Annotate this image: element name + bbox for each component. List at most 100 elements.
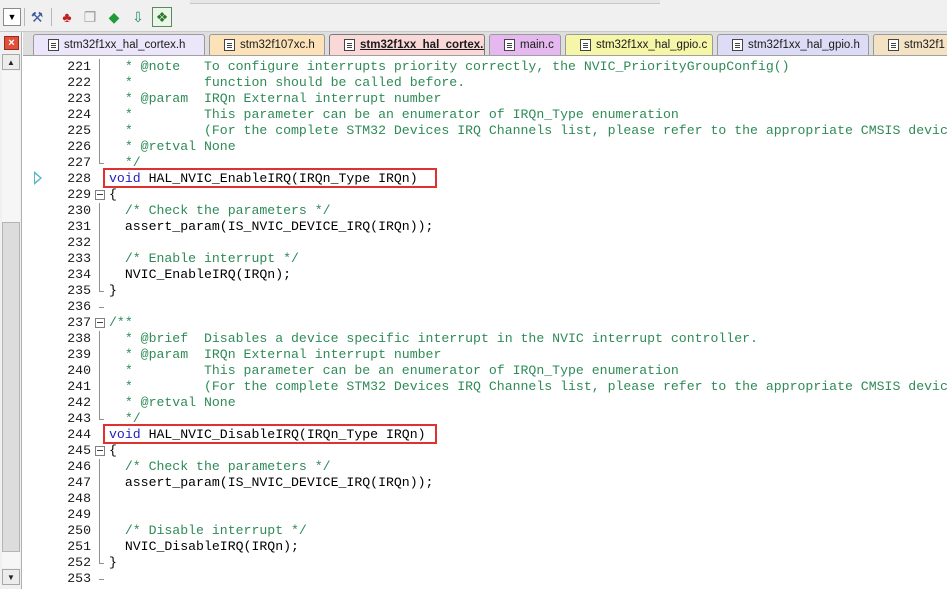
code-line[interactable]: 240 * This parameter can be an enumerato… bbox=[23, 363, 947, 379]
scroll-down-button[interactable]: ▼ bbox=[2, 569, 20, 585]
line-code: /** bbox=[109, 315, 133, 331]
code-line[interactable]: 236 bbox=[23, 299, 947, 315]
code-line[interactable]: 252} bbox=[23, 555, 947, 571]
code-comment: * @param IRQn External interrupt number bbox=[109, 91, 442, 106]
code-comment: * (For the complete STM32 Devices IRQ Ch… bbox=[109, 123, 947, 138]
tab-stm32f1xx-hal-cortex-h[interactable]: stm32f1xx_hal_cortex.h bbox=[33, 34, 205, 55]
manage-project-button[interactable]: ♣ bbox=[57, 7, 77, 27]
line-number: 223 bbox=[67, 91, 91, 106]
tools-button[interactable]: ⚒ bbox=[27, 7, 47, 27]
code-line[interactable]: 231 assert_param(IS_NVIC_DEVICE_IRQ(IRQn… bbox=[23, 219, 947, 235]
code-line[interactable]: 223 * @param IRQn External interrupt num… bbox=[23, 91, 947, 107]
fold-toggle-icon[interactable] bbox=[94, 443, 105, 459]
tab-label: stm32f1xx_hal_gpio.c bbox=[596, 39, 708, 51]
line-number: 243 bbox=[67, 411, 91, 426]
fold-button[interactable]: ⇩ bbox=[128, 7, 148, 27]
line-code: NVIC_DisableIRQ(IRQn); bbox=[109, 539, 299, 555]
line-number: 246 bbox=[67, 459, 91, 474]
fold-guide bbox=[94, 459, 105, 475]
fold-guide bbox=[94, 507, 105, 523]
code-line[interactable]: 230 /* Check the parameters */ bbox=[23, 203, 947, 219]
code-line[interactable]: 249 bbox=[23, 507, 947, 523]
tab-stm32f1xx-hal-cortex-c[interactable]: stm32f1xx_hal_cortex.c bbox=[329, 34, 485, 55]
tab-stm32f1-partial[interactable]: stm32f1 bbox=[873, 34, 947, 55]
tab-stm32f107xc-h[interactable]: stm32f107xc.h bbox=[209, 34, 325, 55]
file-icon bbox=[344, 39, 355, 51]
code-comment: /* Disable interrupt */ bbox=[124, 523, 307, 538]
fold-guide bbox=[94, 123, 105, 139]
scrollbar-thumb[interactable] bbox=[2, 222, 20, 552]
line-code: * (For the complete STM32 Devices IRQ Ch… bbox=[109, 379, 947, 395]
fold-guide bbox=[94, 523, 105, 539]
line-number: 241 bbox=[67, 379, 91, 394]
code-line[interactable]: 251 NVIC_DisableIRQ(IRQn); bbox=[23, 539, 947, 555]
fold-guide bbox=[94, 555, 105, 571]
fold-guide bbox=[94, 331, 105, 347]
code-line[interactable]: 233 /* Enable interrupt */ bbox=[23, 251, 947, 267]
line-number: 238 bbox=[67, 331, 91, 346]
fold-guide bbox=[94, 251, 105, 267]
code-line[interactable]: 238 * @brief Disables a device specific … bbox=[23, 331, 947, 347]
code-line[interactable]: 253 bbox=[23, 571, 947, 587]
code-line[interactable]: 225 * (For the complete STM32 Devices IR… bbox=[23, 123, 947, 139]
code-comment: * @param IRQn External interrupt number bbox=[109, 347, 442, 362]
code-editor[interactable]: 221 * @note To configure interrupts prio… bbox=[23, 57, 947, 589]
tab-label: stm32f1xx_hal_gpio.h bbox=[748, 39, 860, 51]
highlight-box-enable-irq bbox=[103, 168, 437, 188]
code-line[interactable]: 247 assert_param(IS_NVIC_DEVICE_IRQ(IRQn… bbox=[23, 475, 947, 491]
line-number: 244 bbox=[67, 427, 91, 442]
code-line[interactable]: 234 NVIC_EnableIRQ(IRQn); bbox=[23, 267, 947, 283]
line-number: 250 bbox=[67, 523, 91, 538]
code-line[interactable]: 232 bbox=[23, 235, 947, 251]
code-line[interactable]: 226 * @retval None bbox=[23, 139, 947, 155]
tab-label: main.c bbox=[520, 39, 554, 51]
code-line[interactable]: 224 * This parameter can be an enumerato… bbox=[23, 107, 947, 123]
code-text: NVIC_EnableIRQ(IRQn); bbox=[109, 267, 292, 282]
code-line[interactable]: 245 { bbox=[23, 443, 947, 459]
line-code: * This parameter can be an enumerator of… bbox=[109, 363, 679, 379]
tab-label: stm32f107xc.h bbox=[240, 39, 315, 51]
fold-guide bbox=[99, 579, 104, 580]
fold-guide bbox=[99, 307, 104, 308]
line-number: 221 bbox=[67, 59, 91, 74]
toolbar-dropdown[interactable]: ▼ bbox=[3, 8, 21, 26]
fold-guide bbox=[94, 395, 105, 411]
editor-tab-bar: stm32f1xx_hal_cortex.h stm32f107xc.h stm… bbox=[23, 32, 947, 56]
copy-button[interactable]: ❐ bbox=[80, 7, 100, 27]
code-line[interactable]: 246 /* Check the parameters */ bbox=[23, 459, 947, 475]
fold-toggle-icon[interactable] bbox=[94, 187, 105, 203]
code-line[interactable]: 248 bbox=[23, 491, 947, 507]
fold-toggle-icon[interactable] bbox=[94, 315, 105, 331]
code-line[interactable]: 237 /** bbox=[23, 315, 947, 331]
code-line[interactable]: 221 * @note To configure interrupts prio… bbox=[23, 59, 947, 75]
fold-guide bbox=[94, 539, 105, 555]
code-comment: * @note To configure interrupts priority… bbox=[109, 59, 790, 74]
line-number: 234 bbox=[67, 267, 91, 282]
scroll-up-button[interactable]: ▲ bbox=[2, 54, 20, 70]
pack-installer-button[interactable]: ❖ bbox=[152, 7, 172, 27]
fold-guide bbox=[94, 363, 105, 379]
code-line[interactable]: 235} bbox=[23, 283, 947, 299]
diamond-button[interactable]: ◆ bbox=[104, 7, 124, 27]
code-line[interactable]: 242 * @retval None bbox=[23, 395, 947, 411]
code-line[interactable]: 222 * function should be called before. bbox=[23, 75, 947, 91]
line-number: 245 bbox=[67, 443, 91, 458]
toolbar-separator bbox=[24, 8, 25, 26]
tab-stm32f1xx-hal-gpio-h[interactable]: stm32f1xx_hal_gpio.h bbox=[717, 34, 869, 55]
code-line[interactable]: 241 * (For the complete STM32 Devices IR… bbox=[23, 379, 947, 395]
main-toolbar: ▼ ⚒ ♣ ❐ ◆ ⇩ ❖ bbox=[0, 0, 947, 32]
code-lines[interactable]: 221 * @note To configure interrupts prio… bbox=[23, 59, 947, 587]
close-panel-button[interactable]: × bbox=[4, 36, 19, 50]
line-number: 233 bbox=[67, 251, 91, 266]
code-line[interactable]: 250 /* Disable interrupt */ bbox=[23, 523, 947, 539]
line-code: * @brief Disables a device specific inte… bbox=[109, 331, 758, 347]
tab-stm32f1xx-hal-gpio-c[interactable]: stm32f1xx_hal_gpio.c bbox=[565, 34, 713, 55]
tools-icon: ⚒ bbox=[30, 9, 44, 25]
code-line[interactable]: 239 * @param IRQn External interrupt num… bbox=[23, 347, 947, 363]
line-number: 239 bbox=[67, 347, 91, 362]
arrow-up-icon: ▲ bbox=[7, 57, 15, 67]
tab-main-c[interactable]: main.c bbox=[489, 34, 561, 55]
fold-guide bbox=[94, 91, 105, 107]
code-line[interactable]: 229 { bbox=[23, 187, 947, 203]
